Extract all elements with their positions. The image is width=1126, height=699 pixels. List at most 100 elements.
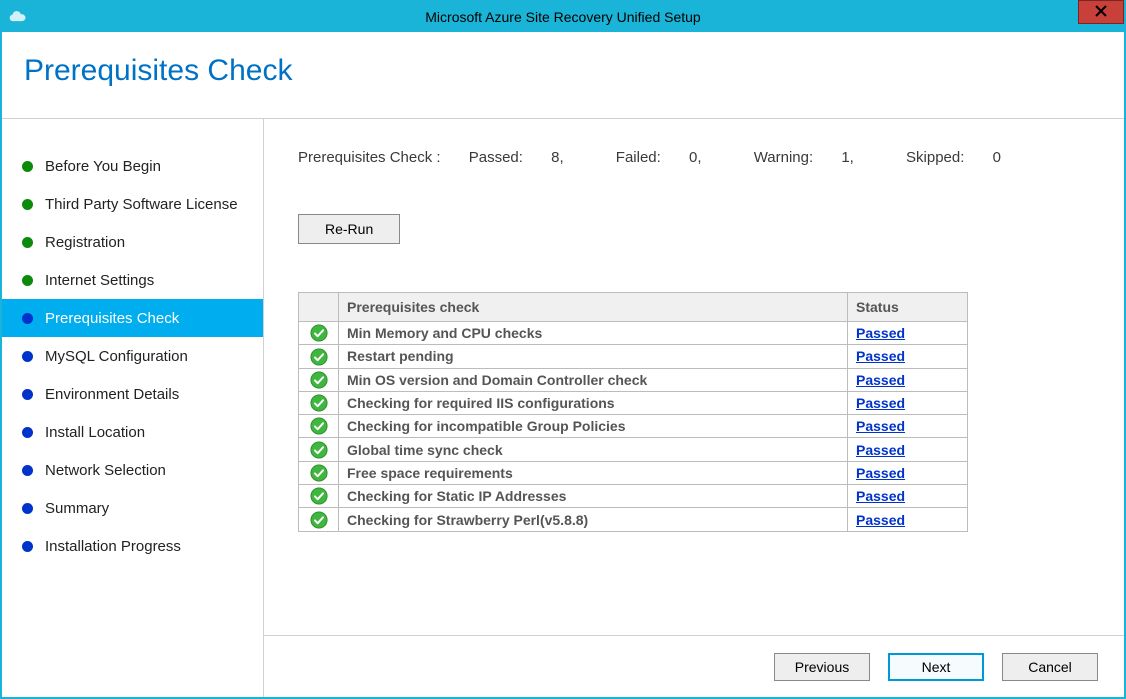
sidebar-item-label: Prerequisites Check <box>45 310 179 327</box>
summary-label: Prerequisites Check : <box>298 149 441 166</box>
table-row: Global time sync check Passed <box>299 438 968 461</box>
sidebar-item[interactable]: Install Location <box>2 413 263 451</box>
cancel-button[interactable]: Cancel <box>1002 653 1098 681</box>
summary-failed: Failed: 0, <box>616 149 726 166</box>
check-passed-icon <box>310 348 328 366</box>
prereq-table: Prerequisites check Status Min Memory an… <box>298 292 968 532</box>
row-check-name: Checking for incompatible Group Policies <box>339 415 848 438</box>
sidebar-item-label: Third Party Software License <box>45 196 238 213</box>
step-bullet-icon <box>22 503 33 514</box>
previous-button[interactable]: Previous <box>774 653 870 681</box>
table-row: Checking for required IIS configurations… <box>299 391 968 414</box>
status-link[interactable]: Passed <box>856 465 905 481</box>
row-status-icon-cell <box>299 391 339 414</box>
row-check-name: Min OS version and Domain Controller che… <box>339 368 848 391</box>
close-button[interactable] <box>1078 0 1124 24</box>
step-bullet-icon <box>22 237 33 248</box>
status-link[interactable]: Passed <box>856 512 905 528</box>
row-status-cell: Passed <box>848 368 968 391</box>
sidebar-item[interactable]: Installation Progress <box>2 527 263 565</box>
header-area: Prerequisites Check <box>2 32 1124 119</box>
step-bullet-icon <box>22 465 33 476</box>
sidebar-item-label: Installation Progress <box>45 538 181 555</box>
step-bullet-icon <box>22 161 33 172</box>
check-passed-icon <box>310 487 328 505</box>
status-link[interactable]: Passed <box>856 418 905 434</box>
sidebar-item-label: Environment Details <box>45 386 179 403</box>
next-button[interactable]: Next <box>888 653 984 681</box>
check-passed-icon <box>310 511 328 529</box>
table-header-icon <box>299 293 339 322</box>
row-check-name: Checking for Static IP Addresses <box>339 485 848 508</box>
row-check-name: Restart pending <box>339 345 848 368</box>
sidebar-item[interactable]: Summary <box>2 489 263 527</box>
status-link[interactable]: Passed <box>856 395 905 411</box>
row-status-icon-cell <box>299 461 339 484</box>
table-row: Restart pending Passed <box>299 345 968 368</box>
sidebar: Before You Begin Third Party Software Lic… <box>2 119 264 697</box>
step-bullet-icon <box>22 275 33 286</box>
main-content: Prerequisites Check : Passed: 8, Failed:… <box>264 119 1124 635</box>
table-row: Checking for Strawberry Perl(v5.8.8)Pass… <box>299 508 968 531</box>
row-status-cell: Passed <box>848 391 968 414</box>
footer: Previous Next Cancel <box>264 635 1124 697</box>
row-check-name: Checking for required IIS configurations <box>339 391 848 414</box>
step-bullet-icon <box>22 427 33 438</box>
sidebar-item[interactable]: Before You Begin <box>2 147 263 185</box>
sidebar-item-label: Install Location <box>45 424 145 441</box>
table-header-status: Status <box>848 293 968 322</box>
summary-line: Prerequisites Check : Passed: 8, Failed:… <box>298 149 1090 166</box>
summary-skipped: Skipped: 0 <box>906 149 1025 166</box>
status-link[interactable]: Passed <box>856 442 905 458</box>
summary-warning: Warning: 1, <box>754 149 878 166</box>
status-link[interactable]: Passed <box>856 488 905 504</box>
row-status-icon-cell <box>299 485 339 508</box>
row-status-icon-cell <box>299 322 339 345</box>
step-bullet-icon <box>22 389 33 400</box>
row-status-icon-cell <box>299 368 339 391</box>
sidebar-item-label: Registration <box>45 234 125 251</box>
row-check-name: Free space requirements <box>339 461 848 484</box>
summary-passed: Passed: 8, <box>469 149 588 166</box>
status-link[interactable]: Passed <box>856 348 905 364</box>
sidebar-item-label: Before You Begin <box>45 158 161 175</box>
sidebar-item[interactable]: Prerequisites Check <box>2 299 263 337</box>
status-link[interactable]: Passed <box>856 325 905 341</box>
main-panel: Prerequisites Check : Passed: 8, Failed:… <box>264 119 1124 697</box>
table-row: Free space requirements Passed <box>299 461 968 484</box>
sidebar-item[interactable]: Third Party Software License <box>2 185 263 223</box>
step-bullet-icon <box>22 199 33 210</box>
sidebar-item-label: Network Selection <box>45 462 166 479</box>
check-passed-icon <box>310 324 328 342</box>
rerun-button[interactable]: Re-Run <box>298 214 400 244</box>
row-status-icon-cell <box>299 415 339 438</box>
sidebar-item-label: Summary <box>45 500 109 517</box>
page-title: Prerequisites Check <box>24 54 1124 88</box>
check-passed-icon <box>310 394 328 412</box>
row-status-cell: Passed <box>848 322 968 345</box>
app-icon <box>8 7 28 27</box>
row-check-name: Global time sync check <box>339 438 848 461</box>
check-passed-icon <box>310 464 328 482</box>
titlebar: Microsoft Azure Site Recovery Unified Se… <box>2 2 1124 32</box>
row-status-cell: Passed <box>848 461 968 484</box>
sidebar-item[interactable]: Internet Settings <box>2 261 263 299</box>
sidebar-item[interactable]: Network Selection <box>2 451 263 489</box>
window-title: Microsoft Azure Site Recovery Unified Se… <box>2 9 1124 25</box>
sidebar-item[interactable]: MySQL Configuration <box>2 337 263 375</box>
status-link[interactable]: Passed <box>856 372 905 388</box>
setup-window: Microsoft Azure Site Recovery Unified Se… <box>0 0 1126 699</box>
table-row: Min Memory and CPU checks Passed <box>299 322 968 345</box>
table-header-name: Prerequisites check <box>339 293 848 322</box>
sidebar-item[interactable]: Registration <box>2 223 263 261</box>
step-bullet-icon <box>22 313 33 324</box>
table-row: Min OS version and Domain Controller che… <box>299 368 968 391</box>
row-status-icon-cell <box>299 508 339 531</box>
table-row: Checking for Static IP Addresses Passed <box>299 485 968 508</box>
sidebar-item[interactable]: Environment Details <box>2 375 263 413</box>
close-icon <box>1095 4 1107 20</box>
row-check-name: Min Memory and CPU checks <box>339 322 848 345</box>
row-status-cell: Passed <box>848 508 968 531</box>
row-status-icon-cell <box>299 345 339 368</box>
body-area: Before You Begin Third Party Software Lic… <box>2 119 1124 697</box>
